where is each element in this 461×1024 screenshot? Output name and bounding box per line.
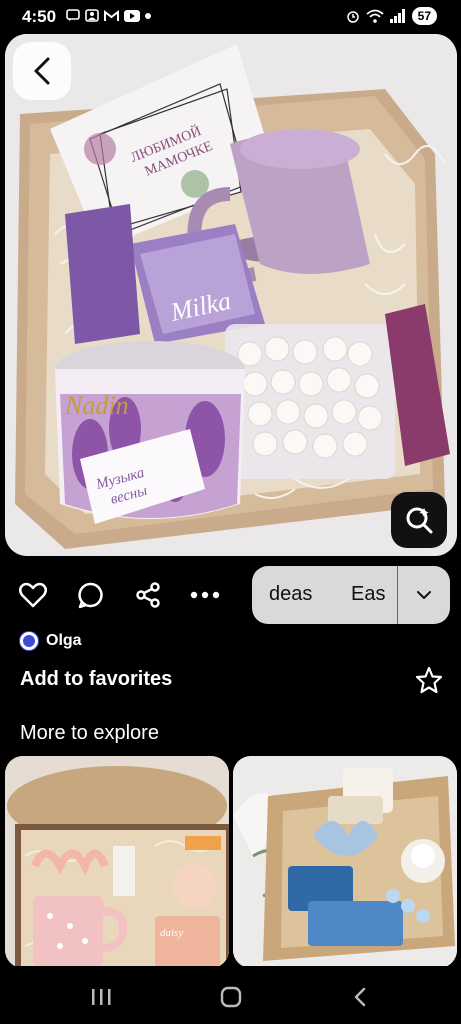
avatar: [20, 632, 38, 650]
back-button[interactable]: [13, 42, 71, 100]
alarm-icon: [346, 11, 359, 23]
back-icon: [354, 987, 366, 1007]
tag-chip[interactable]: deas: [269, 583, 312, 606]
author-name: Olga: [46, 632, 82, 649]
related-tags: deas Eas: [252, 566, 450, 624]
home-button[interactable]: [216, 982, 246, 1012]
gmail-icon: [104, 9, 119, 21]
recent-apps-button[interactable]: [86, 982, 116, 1012]
explore-title: More to explore: [20, 722, 159, 744]
share-button[interactable]: [133, 580, 163, 610]
visual-search-button[interactable]: [391, 492, 447, 548]
tags-expand-button[interactable]: [398, 566, 450, 624]
tin-brand: Nadin: [64, 391, 129, 420]
comment-button[interactable]: [76, 580, 106, 610]
back-nav-button[interactable]: [345, 982, 375, 1012]
favorite-button[interactable]: [415, 666, 443, 694]
share-icon: [136, 582, 160, 608]
more-button[interactable]: [190, 580, 220, 610]
pin-photo: [233, 756, 457, 968]
pin-image[interactable]: ЛЮБИМОЙ МАМОЧКЕ Milka Nadin Музыка весны: [5, 34, 457, 556]
signal-icon: [389, 9, 405, 23]
pin-photo: ЛЮБИМОЙ МАМОЧКЕ Milka Nadin Музыка весны: [5, 34, 457, 556]
home-icon: [220, 986, 242, 1008]
star-icon: [415, 666, 443, 694]
wifi-icon: [366, 9, 384, 23]
comment-icon: [78, 582, 103, 609]
system-nav-bar: [0, 966, 461, 1024]
system-icons: 57: [346, 7, 437, 25]
dot-icon: [145, 12, 151, 19]
status-bar: 4:50 57: [0, 0, 461, 34]
recent-apps-icon: [92, 989, 111, 1005]
explore-pin-card[interactable]: daisy: [5, 756, 229, 968]
chevron-down-icon: [417, 591, 431, 599]
author-link[interactable]: Olga: [20, 632, 82, 650]
chevron-left-icon: [34, 57, 50, 85]
heart-icon: [19, 582, 47, 608]
pin-photo: daisy: [5, 756, 229, 968]
explore-pin-card[interactable]: [233, 756, 457, 968]
notification-icons: [66, 9, 151, 22]
tag-chip[interactable]: Eas: [351, 583, 399, 606]
message-icon: [66, 9, 80, 21]
svg-text:daisy: daisy: [160, 927, 183, 939]
like-button[interactable]: [18, 580, 48, 610]
battery-icon: 57: [411, 7, 437, 25]
youtube-icon: [124, 9, 140, 22]
contact-icon: [85, 9, 99, 22]
favorites-title: Add to favorites: [20, 668, 173, 690]
more-icon: [190, 591, 220, 599]
status-time: 4:50: [22, 7, 57, 26]
lens-search-icon: [406, 507, 433, 534]
